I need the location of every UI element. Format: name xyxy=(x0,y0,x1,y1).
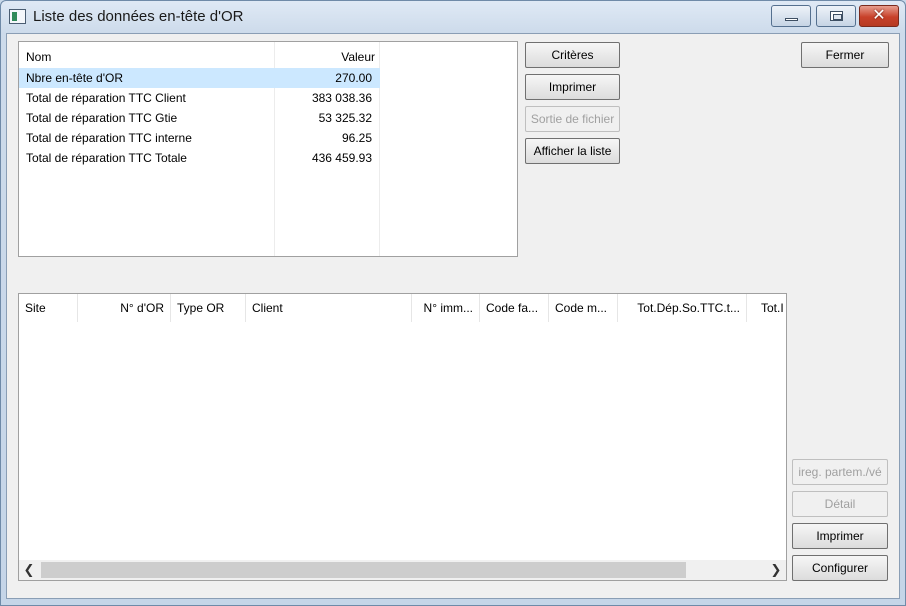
title-bar[interactable]: Liste des données en-tête d'OR ✕ xyxy=(1,1,905,33)
row-name: Total de réparation TTC interne xyxy=(26,131,192,145)
row-value: 383 038.36 xyxy=(311,91,372,105)
summary-row[interactable]: Nbre en-tête d'OR 270.00 xyxy=(19,68,380,88)
minimize-button[interactable] xyxy=(771,5,811,27)
column-header-or-number[interactable]: N° d'OR xyxy=(78,294,170,322)
minimize-icon xyxy=(785,18,798,21)
scroll-left-icon[interactable]: ❮ xyxy=(19,560,39,580)
row-value: 436 459.93 xyxy=(311,151,372,165)
app-icon xyxy=(9,9,26,24)
column-header-client[interactable]: Client xyxy=(246,294,411,322)
summary-row[interactable]: Total de réparation TTC Gtie 53 325.32 xyxy=(19,108,380,128)
summary-header: Nom Valeur xyxy=(19,42,517,70)
file-output-button[interactable]: Sortie de fichier xyxy=(525,106,620,132)
column-header-tot-i[interactable]: Tot.I xyxy=(747,294,786,322)
close-icon: ✕ xyxy=(872,7,886,24)
close-button[interactable]: Fermer xyxy=(801,42,889,68)
criteria-button[interactable]: Critères xyxy=(525,42,620,68)
reg-partner-button[interactable]: ireg. partem./vé xyxy=(792,459,888,485)
print-summary-button[interactable]: Imprimer xyxy=(525,74,620,100)
column-header-code-m[interactable]: Code m... xyxy=(549,294,617,322)
row-value: 53 325.32 xyxy=(318,111,372,125)
column-header-tot-dep[interactable]: Tot.Dép.So.TTC.t... xyxy=(618,294,746,322)
window-title: Liste des données en-tête d'OR xyxy=(33,8,244,25)
show-list-button[interactable]: Afficher la liste xyxy=(525,138,620,164)
results-grid[interactable]: Site N° d'OR Type OR Client N° imm... Co… xyxy=(18,293,787,581)
maximize-button[interactable] xyxy=(816,5,856,27)
header-name[interactable]: Nom xyxy=(26,50,51,64)
scrollbar-thumb[interactable] xyxy=(41,562,686,578)
close-window-button[interactable]: ✕ xyxy=(859,5,899,27)
scroll-right-icon[interactable]: ❯ xyxy=(766,560,786,580)
summary-row[interactable]: Total de réparation TTC Client 383 038.3… xyxy=(19,88,380,108)
row-name: Total de réparation TTC Totale xyxy=(26,151,187,165)
detail-button[interactable]: Détail xyxy=(792,491,888,517)
print-list-button[interactable]: Imprimer xyxy=(792,523,888,549)
column-header-or-type[interactable]: Type OR xyxy=(171,294,245,322)
summary-row[interactable]: Total de réparation TTC interne 96.25 xyxy=(19,128,380,148)
row-value: 270.00 xyxy=(335,71,372,85)
column-header-site[interactable]: Site xyxy=(19,294,77,322)
column-header-registration[interactable]: N° imm... xyxy=(411,294,479,322)
maximize-icon xyxy=(830,11,843,21)
client-area: Nom Valeur Nbre en-tête d'OR 270.00 Tota… xyxy=(6,33,900,599)
column-header-code-fa[interactable]: Code fa... xyxy=(480,294,548,322)
horizontal-scrollbar[interactable]: ❮ ❯ xyxy=(19,560,786,580)
row-name: Nbre en-tête d'OR xyxy=(26,71,124,85)
configure-button[interactable]: Configurer xyxy=(792,555,888,581)
row-name: Total de réparation TTC Gtie xyxy=(26,111,178,125)
header-value[interactable]: Valeur xyxy=(275,50,375,64)
row-value: 96.25 xyxy=(341,131,372,145)
summary-list[interactable]: Nom Valeur Nbre en-tête d'OR 270.00 Tota… xyxy=(18,41,518,257)
row-name: Total de réparation TTC Client xyxy=(26,91,186,105)
summary-row[interactable]: Total de réparation TTC Totale 436 459.9… xyxy=(19,148,380,168)
main-window: Liste des données en-tête d'OR ✕ Nom Val… xyxy=(0,0,906,606)
grid-header: Site N° d'OR Type OR Client N° imm... Co… xyxy=(19,294,786,322)
